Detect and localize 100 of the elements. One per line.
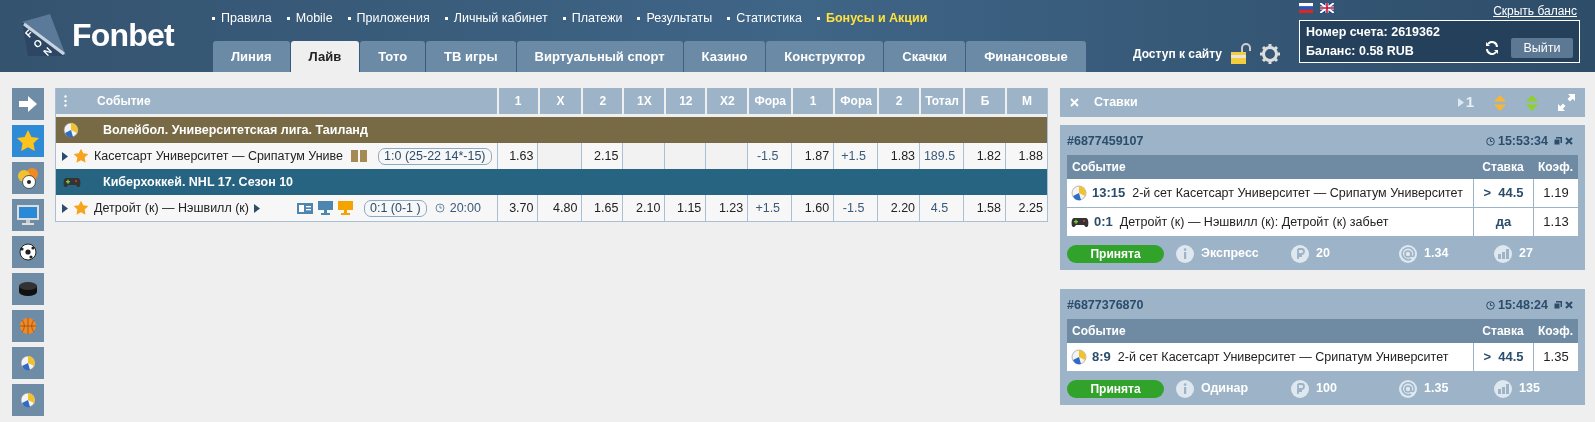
odds-value[interactable]: 1.65 bbox=[581, 195, 623, 221]
star-icon[interactable] bbox=[73, 200, 89, 216]
star-icon bbox=[16, 129, 40, 153]
balls-icon bbox=[16, 167, 40, 189]
odds-value[interactable]: 1.15 bbox=[664, 195, 706, 221]
hide-balance-link[interactable]: Скрыть баланс bbox=[1493, 2, 1577, 20]
bet-event: Детройт (к) — Нэшвилл (к): Детройт (к) забьет bbox=[1119, 213, 1389, 231]
scoreboard-icon bbox=[351, 150, 368, 162]
site-access-label: Доступ к сайту bbox=[1133, 46, 1223, 63]
bet-id: #6877376870 bbox=[1067, 296, 1144, 314]
flag-icon bbox=[1320, 3, 1334, 13]
status-badge: Принята bbox=[1067, 379, 1164, 398]
volleyball-icon bbox=[20, 355, 36, 371]
gamepad-icon bbox=[1071, 216, 1089, 228]
clock-icon bbox=[434, 203, 445, 213]
odds-value[interactable]: 1.58 bbox=[963, 195, 1005, 221]
match-name[interactable]: Касетсарт Университет — Срипатум Униве bbox=[94, 146, 344, 166]
volleyball-icon bbox=[63, 122, 79, 138]
close-icon[interactable] bbox=[1070, 98, 1079, 107]
logo-text[interactable]: Fonbet bbox=[72, 19, 174, 51]
odds-value[interactable]: 3.70 bbox=[496, 195, 538, 221]
nav-link[interactable]: Результаты bbox=[637, 9, 713, 28]
odds-value[interactable]: 2.20 bbox=[877, 195, 920, 221]
league-title: Киберхоккей. NHL 17. Сезон 10 bbox=[103, 173, 294, 191]
nav-link[interactable]: Личный кабинет bbox=[444, 9, 548, 28]
at-sign-icon bbox=[1399, 244, 1417, 263]
nav-link[interactable]: Правила bbox=[212, 9, 272, 28]
match-name[interactable]: Детройт (к) — Нэшвилл (к) bbox=[94, 198, 249, 218]
logout-button[interactable]: Выйти bbox=[1511, 38, 1573, 58]
nav-tab[interactable]: ТВ игры bbox=[426, 41, 516, 72]
nav-link[interactable]: Статистика bbox=[727, 9, 802, 28]
live-score: 8:9 bbox=[1092, 348, 1111, 367]
expand-icon[interactable] bbox=[62, 151, 68, 161]
nav-tab[interactable]: Казино bbox=[683, 41, 766, 72]
nav-tab[interactable]: Финансовые bbox=[966, 41, 1086, 72]
panel-title: Ставки bbox=[1094, 94, 1138, 112]
odds-value[interactable]: 1.60 bbox=[791, 195, 834, 221]
monitor-icon bbox=[317, 201, 333, 215]
nav-tab[interactable]: Линия bbox=[213, 41, 290, 72]
balance-text: Баланс: 0.58 RUB bbox=[1306, 43, 1415, 59]
column-header: Событие bbox=[1071, 323, 1127, 340]
column-header: Ставка bbox=[1481, 323, 1525, 340]
nav-tab[interactable]: Конструктор bbox=[766, 41, 884, 72]
arrow-icon bbox=[18, 96, 38, 112]
nav-tab[interactable]: Тото bbox=[360, 41, 426, 72]
nav-tab[interactable]: Виртуальный спорт bbox=[516, 41, 683, 72]
expand-icon[interactable] bbox=[62, 203, 68, 213]
ruble-icon bbox=[1291, 379, 1309, 398]
odds-value[interactable]: 2.10 bbox=[622, 195, 665, 221]
flag-icon bbox=[1299, 3, 1313, 13]
nav-link[interactable]: Mobile bbox=[286, 9, 333, 28]
clock-icon bbox=[1485, 300, 1495, 310]
odds-value[interactable]: 1.23 bbox=[705, 195, 748, 221]
nav-link[interactable]: Приложения bbox=[347, 9, 430, 28]
total-coefficient: 1.34 bbox=[1424, 245, 1449, 263]
bet-amount: 20 bbox=[1316, 245, 1330, 263]
odds-value[interactable]: 4.80 bbox=[537, 195, 582, 221]
coefficient: 1.35 bbox=[1533, 343, 1578, 371]
close-icon bbox=[1565, 137, 1573, 145]
sport-filter-button[interactable] bbox=[12, 162, 44, 194]
line-value: +1.5 bbox=[747, 195, 792, 221]
nav-tab[interactable]: Лайв bbox=[290, 41, 360, 72]
account-number: Номер счета: 2619362 bbox=[1306, 24, 1440, 40]
coefficient: 1.13 bbox=[1533, 208, 1578, 236]
copy-icon bbox=[1554, 301, 1562, 309]
menu-icon[interactable] bbox=[64, 95, 67, 107]
clock-icon bbox=[1485, 136, 1495, 146]
logo-mark[interactable]: F O N bbox=[20, 12, 68, 58]
odds-value[interactable]: 2.25 bbox=[1004, 195, 1047, 221]
bet-type: Одинар bbox=[1201, 380, 1249, 398]
copy-icon bbox=[1554, 137, 1562, 145]
status-badge: Принята bbox=[1067, 244, 1164, 263]
sport-filter-button[interactable] bbox=[12, 236, 44, 268]
bet-id: #6877459107 bbox=[1067, 132, 1144, 150]
payout: 135 bbox=[1519, 380, 1540, 398]
close-icon bbox=[1565, 301, 1573, 309]
volleyball-icon bbox=[1071, 185, 1087, 201]
line-value: 4.5 bbox=[919, 195, 963, 221]
nav-tab[interactable]: Скачки bbox=[884, 41, 966, 72]
league-header[interactable]: Волейбол. Университетская лига. Таиланд bbox=[56, 117, 1047, 143]
score-badge: 0:1 (0-1 ) bbox=[363, 199, 427, 217]
column-header: Ставка bbox=[1481, 159, 1525, 176]
column-header: Коэф. bbox=[1537, 323, 1574, 340]
payout: 27 bbox=[1519, 245, 1533, 263]
live-score: 0:1 bbox=[1094, 213, 1113, 232]
line-value: -1.5 bbox=[833, 195, 878, 221]
bar-chart-icon bbox=[1494, 244, 1512, 263]
info-icon bbox=[1176, 244, 1194, 263]
league-header[interactable]: Киберхоккей. NHL 17. Сезон 10 bbox=[56, 169, 1047, 195]
collapse-icon[interactable] bbox=[1558, 94, 1575, 111]
nav-link[interactable]: Платежи bbox=[562, 9, 623, 28]
star-icon[interactable] bbox=[73, 148, 89, 164]
live-score: 13:15 bbox=[1092, 184, 1126, 203]
column-header: Событие bbox=[97, 93, 151, 110]
nav-link[interactable]: Бонусы и Акции bbox=[817, 9, 928, 28]
coefficient: 1.19 bbox=[1533, 179, 1578, 207]
hockey-puck-icon bbox=[18, 281, 38, 297]
monitor-icon bbox=[16, 204, 40, 226]
info-icon bbox=[1176, 379, 1194, 398]
refresh-icon bbox=[1485, 41, 1499, 55]
